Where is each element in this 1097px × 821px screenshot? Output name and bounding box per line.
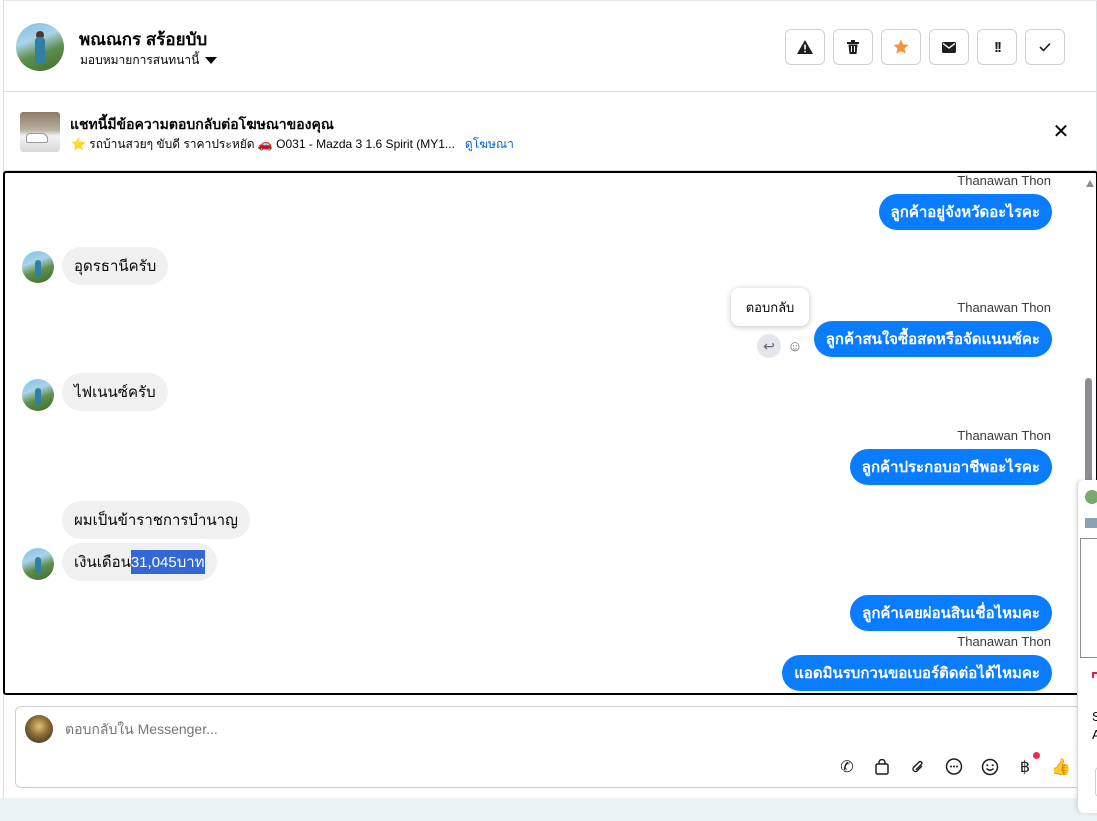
page-background <box>0 798 1097 821</box>
assign-label: มอบหมายการสนทนานี้ <box>80 53 200 67</box>
follow-up-button[interactable]: !! <box>977 29 1017 65</box>
scroll-thumb[interactable] <box>1085 378 1092 490</box>
react-emoji-icon[interactable]: ☺ <box>784 335 806 357</box>
ad-name: ⭐ รถบ้านสวยๆ ขับดี ราคาประหยัด 🚗 O031 - … <box>71 137 455 151</box>
ad-banner-title: แชทนี้มีข้อความตอบกลับต่อโฆษณาของคุณ <box>70 116 334 132</box>
saved-reply-icon[interactable] <box>942 755 966 779</box>
scroll-up-arrow-icon[interactable] <box>1086 180 1094 187</box>
view-ad-link[interactable]: ดูโฆษณา <box>465 135 514 154</box>
notification-dot <box>1033 752 1040 759</box>
sender-name: Thanawan Thon <box>957 300 1051 315</box>
thumbs-up-icon[interactable]: 👍 <box>1049 755 1073 779</box>
trash-icon <box>847 40 859 54</box>
message-bubble-outgoing[interactable]: ลูกค้าประกอบอาชีพอะไรคะ <box>849 449 1052 485</box>
message-bubble-incoming[interactable]: อุดรธานีครับ <box>62 247 169 285</box>
reply-icon[interactable]: ↩ <box>757 334 781 358</box>
double-exclamation-icon: !! <box>994 38 1002 56</box>
spam-button[interactable] <box>785 29 825 65</box>
page-avatar <box>25 715 53 743</box>
baht-payment-icon[interactable]: ฿ <box>1013 755 1037 779</box>
star-button[interactable] <box>881 29 921 65</box>
ad-banner-subtitle: ⭐ รถบ้านสวยๆ ขับดี ราคาประหยัด 🚗 O031 - … <box>71 135 514 154</box>
ad-thumbnail[interactable] <box>20 112 60 152</box>
message-bubble-incoming[interactable]: ผมเป็นข้าราชการบำนาญ <box>62 501 250 539</box>
side-preview-panel[interactable]: S A <box>1077 480 1097 813</box>
attachment-icon[interactable] <box>906 755 930 779</box>
side-thumbnail <box>1085 518 1097 528</box>
contact-name[interactable]: พณณกร สร้อยบับ <box>79 26 207 53</box>
side-preview-box <box>1080 538 1097 658</box>
message-bubble-outgoing[interactable]: ลูกค้าสนใจซื้อสดหรือจัดแนนซ์คะ <box>813 321 1052 357</box>
message-composer: ✆ ฿ 👍 <box>15 706 1085 788</box>
reply-tooltip: ตอบกลับ <box>731 288 809 326</box>
close-icon[interactable]: ✕ <box>1051 119 1071 143</box>
mark-done-button[interactable] <box>1025 29 1065 65</box>
sender-name: Thanawan Thon <box>957 634 1051 649</box>
emoji-icon[interactable] <box>978 755 1002 779</box>
message-bubble-outgoing[interactable]: ลูกค้าเคยผ่อนสินเชื่อไหมคะ <box>850 595 1052 631</box>
message-text: เงินเดือน <box>74 554 131 571</box>
message-bubble-outgoing[interactable]: แอดมินรบกวนขอเบอร์ติดต่อได้ไหมคะ <box>782 655 1052 691</box>
shopping-bag-icon[interactable] <box>870 755 894 779</box>
message-thread[interactable]: Thanawan Thon ลูกค้าอยู่จังหวัดอะไรคะ อุ… <box>3 171 1097 695</box>
side-avatar <box>1085 490 1097 504</box>
highlighted-text: 31,045บาท <box>130 550 205 574</box>
sender-name: Thanawan Thon <box>957 428 1051 443</box>
star-icon <box>893 39 909 54</box>
call-add-icon[interactable]: ✆ <box>835 755 859 779</box>
side-text: S A <box>1092 708 1097 744</box>
contact-avatar[interactable] <box>16 23 64 71</box>
check-icon <box>1039 42 1051 52</box>
sender-name: Thanawan Thon <box>957 173 1051 188</box>
message-bubble-incoming[interactable]: ไฟเนนซ์ครับ <box>62 373 168 411</box>
reply-input[interactable] <box>65 721 965 737</box>
chevron-down-icon <box>205 57 218 64</box>
assign-conversation-dropdown[interactable]: มอบหมายการสนทนานี้ <box>80 51 218 70</box>
contact-avatar-small <box>22 251 54 283</box>
message-bubble-incoming[interactable]: เงินเดือน 31,045บาท <box>62 543 217 581</box>
conversation-header: พณณกร สร้อยบับ มอบหมายการสนทนานี้ !! <box>3 0 1097 92</box>
message-bubble-outgoing[interactable]: ลูกค้าอยู่จังหวัดอะไรคะ <box>878 194 1052 230</box>
contact-avatar-small <box>22 548 54 580</box>
warning-icon <box>797 40 813 54</box>
ad-context-banner: แชทนี้มีข้อความตอบกลับต่อโฆษณาของคุณ ⭐ ร… <box>3 93 1097 171</box>
side-marker-icon <box>1092 672 1097 678</box>
contact-avatar-small <box>22 379 54 411</box>
mark-unread-button[interactable] <box>929 29 969 65</box>
envelope-icon <box>942 41 956 53</box>
delete-button[interactable] <box>833 29 873 65</box>
